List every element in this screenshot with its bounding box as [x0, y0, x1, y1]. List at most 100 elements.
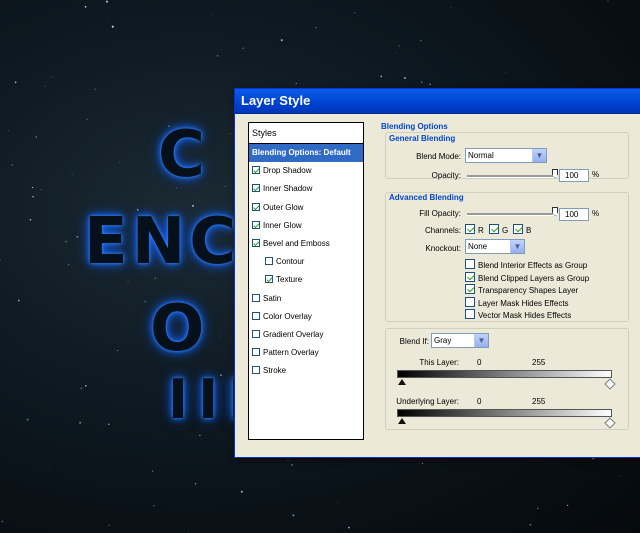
style-item-gradient-overlay[interactable]: Gradient Overlay — [249, 326, 363, 344]
star — [106, 0, 108, 3]
star — [315, 27, 317, 29]
underlying-layer-black-handle[interactable] — [398, 418, 406, 424]
this-layer-label: This Layer: — [419, 358, 459, 367]
star — [380, 75, 383, 78]
channel-g-checkbox[interactable]: G — [489, 224, 508, 235]
star — [29, 218, 32, 221]
checkbox-icon[interactable] — [252, 238, 260, 247]
chevron-down-icon: ▼ — [532, 149, 546, 162]
star — [220, 335, 222, 337]
style-item-pattern-overlay[interactable]: Pattern Overlay — [249, 344, 363, 362]
opacity-input[interactable]: 100 — [559, 169, 589, 182]
blending-options-title: Blending Options — [381, 122, 448, 131]
checkbox-icon[interactable] — [252, 311, 260, 320]
style-item-inner-glow[interactable]: Inner Glow — [249, 217, 363, 235]
checkbox-icon[interactable] — [252, 329, 260, 338]
style-item-stroke[interactable]: Stroke — [249, 362, 363, 380]
star — [420, 40, 422, 42]
canvas-text-line: ENC — [84, 205, 241, 279]
styles-list: Blending Options: Default Drop Shadow Inne… — [249, 144, 363, 380]
channel-b-checkbox[interactable]: B — [513, 224, 531, 235]
checkbox-icon[interactable] — [265, 257, 273, 266]
star — [84, 5, 87, 8]
dialog-title[interactable]: Layer Style — [235, 89, 640, 114]
this-layer-black-handle[interactable] — [398, 379, 406, 385]
style-item-contour[interactable]: Contour — [249, 253, 363, 271]
styles-header[interactable]: Styles — [249, 123, 363, 144]
style-item-inner-shadow[interactable]: Inner Shadow — [249, 180, 363, 198]
channel-r-checkbox[interactable]: R — [465, 224, 484, 235]
style-item-color-overlay[interactable]: Color Overlay — [249, 308, 363, 326]
underlying-layer-max: 255 — [532, 397, 546, 406]
style-item-label: Texture — [276, 275, 303, 285]
advanced-blending-title: Advanced Blending — [387, 193, 466, 202]
star — [71, 174, 73, 176]
blend-mode-select[interactable]: Normal ▼ — [465, 148, 547, 163]
style-item-label: Gradient Overlay — [263, 329, 324, 339]
option-layer-mask-hides-effects[interactable]: Layer Mask Hides Effects — [465, 296, 569, 308]
star — [199, 434, 201, 437]
star — [1, 520, 4, 523]
star — [49, 469, 50, 470]
star — [118, 161, 120, 163]
style-item-blending-options-default[interactable]: Blending Options: Default — [249, 144, 363, 163]
underlying-layer-label: Underlying Layer: — [396, 397, 459, 406]
option-blend-clipped-layers-as-group[interactable]: Blend Clipped Layers as Group — [465, 271, 589, 283]
style-item-outer-glow[interactable]: Outer Glow — [249, 199, 363, 217]
styles-panel: Styles Blending Options: Default Drop Sha… — [248, 122, 364, 440]
style-item-texture[interactable]: Texture — [249, 271, 363, 289]
star — [107, 19, 109, 21]
star — [230, 133, 232, 135]
fill-opacity-input[interactable]: 100 — [559, 208, 589, 221]
option-blend-interior-effects-as-group[interactable]: Blend Interior Effects as Group — [465, 259, 587, 270]
opacity-label: Opacity: — [431, 171, 461, 180]
checkbox-icon[interactable] — [252, 220, 260, 229]
checkbox-icon[interactable] — [252, 293, 260, 302]
knockout-value: None — [468, 242, 488, 251]
style-item-satin[interactable]: Satin — [249, 290, 363, 308]
checkbox-icon[interactable] — [252, 366, 260, 375]
star — [8, 130, 10, 132]
checkbox-icon[interactable] — [252, 202, 260, 211]
this-layer-max: 255 — [532, 358, 546, 367]
star — [422, 463, 424, 464]
star — [348, 526, 350, 529]
star — [403, 76, 406, 80]
star — [79, 421, 82, 424]
style-item-label: Color Overlay — [263, 311, 312, 321]
style-item-drop-shadow[interactable]: Drop Shadow — [249, 162, 363, 180]
star — [216, 54, 219, 57]
checkbox-icon[interactable] — [252, 348, 260, 357]
underlying-layer-gradient[interactable] — [397, 409, 612, 417]
canvas-text-line: C — [158, 118, 209, 192]
star — [337, 502, 339, 504]
star — [537, 507, 539, 510]
opacity-unit: % — [592, 170, 600, 179]
star — [354, 12, 356, 14]
style-item-bevel-and-emboss[interactable]: Bevel and Emboss — [249, 235, 363, 253]
blend-if-select[interactable]: Gray ▼ — [431, 333, 489, 348]
this-layer-gradient[interactable] — [397, 370, 612, 378]
option-transparency-shapes-layer[interactable]: Transparency Shapes Layer — [465, 284, 578, 295]
star — [529, 523, 532, 526]
checkbox-icon[interactable] — [252, 166, 260, 175]
style-item-label: Drop Shadow — [263, 166, 312, 176]
this-layer-min: 0 — [477, 358, 482, 367]
star — [396, 52, 397, 54]
star — [398, 45, 401, 47]
checkbox-icon — [513, 224, 523, 234]
checkbox-icon[interactable] — [252, 184, 260, 193]
canvas-text-line: O — [150, 292, 209, 366]
opacity-slider[interactable] — [467, 175, 555, 178]
option-label: Blend Interior Effects as Group — [478, 261, 588, 270]
checkbox-icon — [465, 309, 475, 320]
star — [287, 459, 289, 462]
option-vector-mask-hides-effects[interactable]: Vector Mask Hides Effects — [465, 309, 571, 320]
checkbox-icon[interactable] — [265, 275, 273, 284]
star — [11, 164, 14, 166]
checkbox-icon — [465, 284, 475, 295]
chevron-down-icon: ▼ — [474, 334, 488, 347]
fill-opacity-slider[interactable] — [467, 213, 555, 216]
knockout-select[interactable]: None ▼ — [465, 239, 525, 254]
star — [17, 299, 20, 302]
